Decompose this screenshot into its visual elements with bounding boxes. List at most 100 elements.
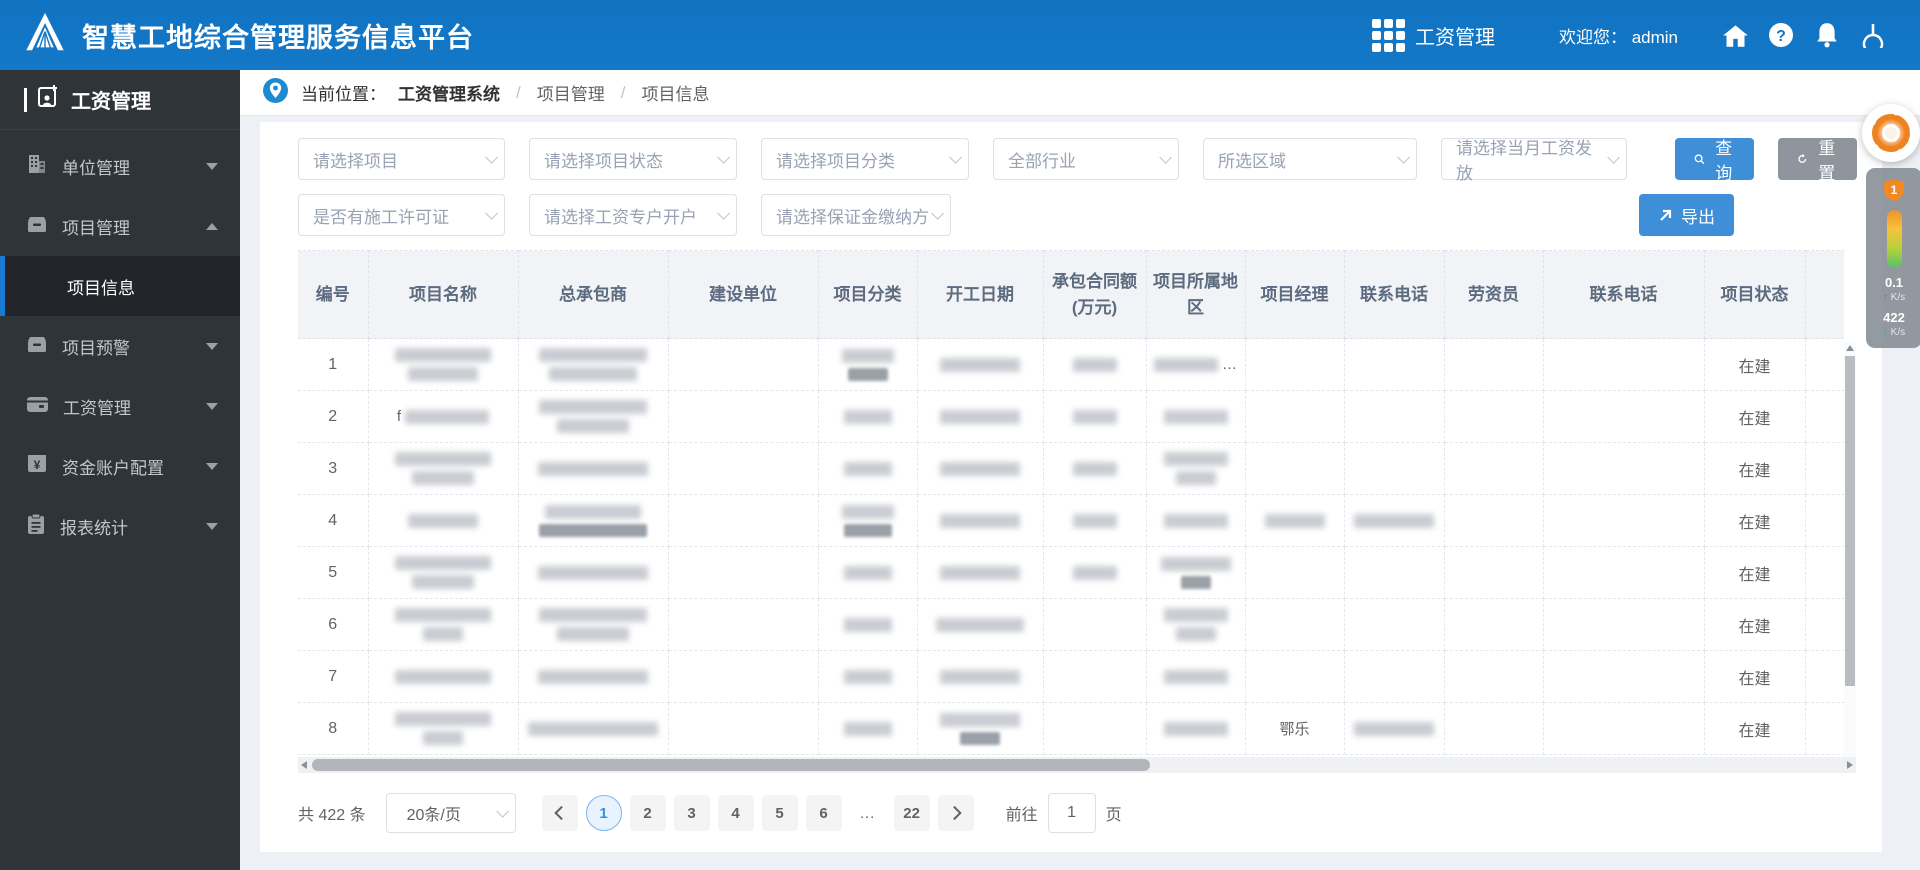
redacted-text: [538, 565, 648, 580]
select-industry[interactable]: 全部行业: [993, 138, 1179, 180]
export-button[interactable]: 导出: [1639, 194, 1734, 236]
page-button-1[interactable]: 1: [585, 795, 622, 831]
help-icon[interactable]: ?: [1758, 22, 1804, 48]
page-button-22[interactable]: 22: [893, 795, 930, 831]
cell-builder: [667, 442, 819, 495]
col-header-phone: 联系电话: [1343, 250, 1445, 339]
vertical-scroll-thumb[interactable]: [1845, 356, 1855, 686]
sidebar-item-unit-mgmt[interactable]: 单位管理: [0, 136, 240, 196]
select-project-category[interactable]: 请选择项目分类: [761, 138, 969, 180]
cell-phone: [1343, 442, 1445, 495]
search-button[interactable]: 查询: [1675, 138, 1754, 183]
breadcrumb-project-mgmt[interactable]: 项目管理: [537, 80, 605, 105]
redacted-text: [940, 461, 1020, 476]
cell-manager: [1244, 494, 1345, 547]
table-row[interactable]: 1 … 在建: [298, 338, 1844, 391]
select-salary-account[interactable]: 请选择工资专户开户: [529, 194, 737, 236]
col-header-contract-amount: 承包合同额(万元): [1042, 250, 1147, 339]
page-button-4[interactable]: 4: [717, 795, 754, 831]
select-project[interactable]: 请选择项目: [298, 138, 505, 180]
table-row[interactable]: 5 在建: [298, 546, 1844, 599]
sidebar-item-project-info-active[interactable]: 项目信息: [0, 256, 240, 316]
page-button-2[interactable]: 2: [629, 795, 666, 831]
table-row[interactable]: 7 在建: [298, 650, 1844, 703]
pagination: 共 422 条 20条/页 1 2 3 4 5 6 ... 22 前往 页: [298, 793, 1882, 833]
wallet-icon: [26, 393, 49, 420]
breadcrumb-project-info[interactable]: 项目信息: [641, 80, 709, 105]
cell-name: [367, 442, 519, 495]
col-header-contractor: 总承包商: [517, 250, 669, 339]
prev-page-button[interactable]: [541, 795, 578, 831]
upload-speed: 0.1: [1884, 275, 1904, 290]
cell-status: 在建: [1703, 598, 1806, 651]
home-icon[interactable]: [1712, 23, 1758, 48]
cell-manager: [1244, 546, 1345, 599]
page-ellipsis[interactable]: ...: [850, 795, 886, 831]
goto-page-input[interactable]: [1047, 793, 1096, 833]
location-pin-icon: [262, 77, 289, 109]
cell-labor-officer: [1443, 598, 1544, 651]
sidebar-item-report-stats[interactable]: 报表统计: [0, 496, 240, 556]
chevron-down-icon: [206, 522, 218, 530]
module-switcher[interactable]: 工资管理: [1371, 18, 1495, 52]
sidebar-item-project-warning[interactable]: 项目预警: [0, 316, 240, 376]
chevron-up-icon: [206, 222, 218, 230]
cell-phone: [1343, 546, 1445, 599]
table-row[interactable]: 4 在建: [298, 494, 1844, 547]
page-button-6[interactable]: 6: [805, 795, 842, 831]
sidebar-item-fund-account[interactable]: ¥ 资金账户配置: [0, 436, 240, 496]
page-button-5[interactable]: 5: [761, 795, 798, 831]
page-button-3[interactable]: 3: [673, 795, 710, 831]
select-construction-permit[interactable]: 是否有施工许可证: [298, 194, 505, 236]
redacted-text: [1160, 556, 1231, 571]
next-page-button[interactable]: [937, 795, 974, 831]
bell-icon[interactable]: [1804, 22, 1850, 48]
cell-builder: [667, 390, 819, 443]
chevron-down-icon: [931, 206, 944, 220]
reset-button[interactable]: 重置: [1778, 138, 1857, 183]
horizontal-scrollbar[interactable]: [298, 757, 1856, 773]
browser-assistant-icon[interactable]: [1862, 104, 1920, 162]
cell-builder: [667, 338, 819, 391]
redacted-text: [545, 504, 641, 519]
logout-power-icon[interactable]: [1850, 22, 1896, 48]
table-row[interactable]: 8 鄂乐 在建: [298, 702, 1844, 755]
download-overlay-widget[interactable]: 1 0.1 ↑ K/s 422 ↓ K/s: [1856, 104, 1920, 348]
select-monthly-salary-paid[interactable]: 请选择当月工资发放: [1441, 138, 1627, 183]
table-row[interactable]: 2 f 在建: [298, 390, 1844, 443]
apps-grid-icon: [1371, 18, 1405, 52]
cell-phone2: [1542, 442, 1705, 495]
select-region[interactable]: 所选区域: [1203, 138, 1417, 180]
cell-amount: [1042, 546, 1147, 599]
sidebar-item-project-mgmt[interactable]: 项目管理: [0, 196, 240, 256]
select-project-status[interactable]: 请选择项目状态: [529, 138, 737, 180]
scroll-right-icon[interactable]: [1847, 761, 1853, 769]
cell-name: [367, 494, 519, 547]
redacted-text: [1154, 357, 1218, 372]
top-header: 智慧工地综合管理服务信息平台 工资管理 欢迎您： admin ?: [0, 0, 1920, 70]
cell-contractor: [517, 390, 669, 443]
cell-start-date: [916, 598, 1044, 651]
content-card: 请选择项目 请选择项目状态 请选择项目分类 全部行业 所选区域 请选择当月工资发…: [260, 122, 1882, 852]
scroll-left-icon[interactable]: [301, 761, 307, 769]
cell-manager: [1244, 442, 1345, 495]
cell-contractor: [517, 650, 669, 703]
redacted-text: [843, 565, 892, 580]
page-size-select[interactable]: 20条/页: [385, 793, 516, 833]
table-row[interactable]: 3 在建: [298, 442, 1844, 495]
cell-phone2: [1542, 702, 1705, 755]
vertical-scrollbar[interactable]: [1844, 342, 1856, 770]
cell-phone: [1343, 598, 1445, 651]
cell-start-date: [916, 650, 1044, 703]
welcome-text: 欢迎您： admin: [1558, 27, 1678, 47]
cell-paid: [1804, 390, 1844, 443]
redacted-text: [557, 419, 629, 433]
horizontal-scroll-thumb[interactable]: [312, 759, 1150, 771]
scroll-up-icon[interactable]: [1846, 345, 1854, 351]
speed-panel[interactable]: 1 0.1 ↑ K/s 422 ↓ K/s: [1866, 168, 1920, 348]
goto-suffix: 页: [1105, 807, 1122, 824]
select-deposit-payer[interactable]: 请选择保证金缴纳方: [761, 194, 951, 236]
cell-amount: [1042, 390, 1147, 443]
table-row[interactable]: 6 在建: [298, 598, 1844, 651]
sidebar-item-salary-mgmt[interactable]: 工资管理: [0, 376, 240, 436]
